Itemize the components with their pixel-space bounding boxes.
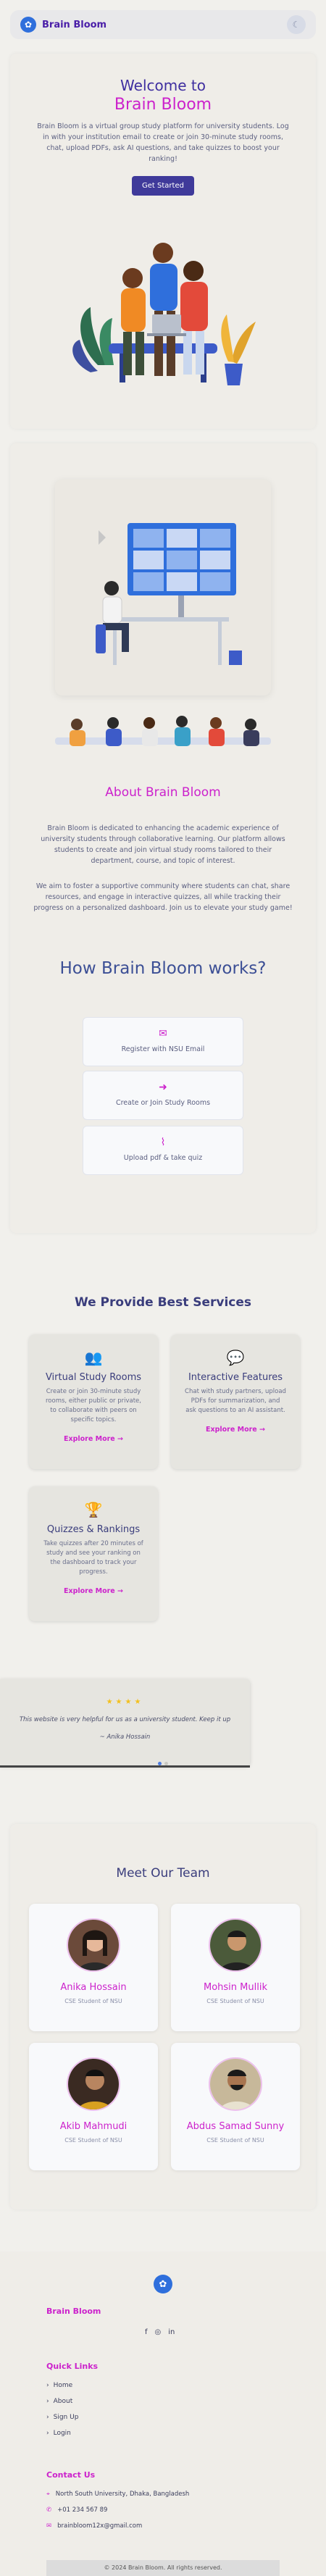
service-card-quizzes: 🏆 Quizzes & Rankings Take quizzes after … [29, 1486, 158, 1621]
about-paragraph-2: We aim to foster a supportive community … [33, 882, 293, 912]
instagram-icon[interactable]: ◎ [155, 2328, 162, 2336]
trophy-icon: 🏆 [84, 1501, 103, 1518]
students-group-illustration [55, 716, 271, 746]
brain-icon[interactable]: ✿ [154, 2275, 172, 2293]
avatar [67, 2057, 120, 2111]
sign-in-icon: ➜ [159, 1082, 167, 1093]
facebook-icon[interactable]: f [145, 2328, 148, 2336]
footer-link-label: Login [53, 2430, 71, 2437]
footer-link-home[interactable]: › Home [46, 2382, 72, 2389]
chevron-right-icon: › [46, 2430, 49, 2437]
member-role: CSE Student of NSU [206, 2137, 264, 2144]
location-icon: ⌖ [46, 2491, 50, 2498]
hero-description: Brain Bloom is a virtual group study pla… [37, 122, 289, 163]
contact-email[interactable]: ✉ brainbloom12x@gmail.com [46, 2522, 142, 2530]
service-card-interactive: 💬 Interactive Features Chat with study p… [171, 1334, 300, 1469]
hero-title-line1: Welcome to [120, 77, 206, 94]
avatar [209, 2057, 262, 2111]
about-title: About Brain Bloom [105, 785, 221, 800]
chevron-right-icon: › [46, 2398, 49, 2405]
how-step-rooms[interactable]: ➜ Create or Join Study Rooms [83, 1071, 243, 1120]
service-title: Interactive Features [188, 1372, 283, 1383]
service-card-study-rooms: 👥 Virtual Study Rooms Create or join 30-… [29, 1334, 158, 1469]
phone-icon: ✆ [46, 2506, 52, 2514]
footer-link-label: About [53, 2398, 73, 2405]
member-role: CSE Student of NSU [64, 2137, 122, 2144]
brain-icon[interactable]: ✿ [20, 17, 36, 33]
avatar [67, 1918, 120, 1972]
social-links: f ◎ in [145, 2328, 175, 2336]
video-call-illustration [96, 523, 242, 665]
explore-more-link[interactable]: Explore More → [171, 1426, 300, 1434]
phone-text: +01 234 567 89 [57, 2506, 108, 2514]
service-title: Virtual Study Rooms [45, 1372, 142, 1383]
about-image-card [55, 480, 271, 695]
how-step-label: Upload pdf & take quiz [123, 1154, 203, 1162]
avatar [209, 1918, 262, 1972]
contact-phone[interactable]: ✆ +01 234 567 89 [46, 2506, 107, 2514]
services-title: We Provide Best Services [74, 1295, 252, 1310]
navbar: ✿ Brain Bloom ☾ [10, 10, 316, 39]
explore-more-link[interactable]: Explore More → [29, 1587, 158, 1595]
contact-address: ⌖ North South University, Dhaka, Banglade… [46, 2491, 189, 2498]
how-step-register[interactable]: ✉ Register with NSU Email [83, 1017, 243, 1066]
footer: ✿ Brain Bloom f ◎ in Quick Links › Home ›… [0, 2251, 326, 2576]
carousel-scrollbar[interactable] [0, 1765, 250, 1768]
chevron-right-icon: › [46, 2414, 49, 2421]
member-name: Mohsin Mullik [204, 1982, 267, 1993]
hero-title-line2: Brain Bloom [114, 96, 212, 114]
chat-icon: 💬 [226, 1349, 245, 1366]
member-role: CSE Student of NSU [64, 1998, 122, 2004]
footer-link-label: Sign Up [53, 2414, 79, 2421]
chevron-right-icon: › [46, 2382, 49, 2389]
contact-title: Contact Us [46, 2470, 96, 2480]
envelope-icon: ✉ [46, 2522, 52, 2530]
service-description: Chat with study partners, upload PDFs fo… [185, 1388, 286, 1414]
address-text: North South University, Dhaka, Banglades… [55, 2491, 190, 2498]
hero-illustration [72, 243, 256, 385]
testimonial-quote: This website is very helpful for us as a… [19, 1716, 231, 1723]
rating-stars: ★★★★ [106, 1698, 144, 1706]
team-member-card: Anika Hossain CSE Student of NSU [29, 1904, 158, 2031]
moon-icon[interactable]: ☾ [287, 15, 306, 34]
users-icon: 👥 [84, 1349, 103, 1366]
footer-link-signup[interactable]: › Sign Up [46, 2414, 78, 2421]
email-text: brainbloom12x@gmail.com [57, 2522, 143, 2530]
quick-links-title: Quick Links [46, 2362, 99, 2371]
testimonial-card: ★★★★ This website is very helpful for us… [0, 1679, 250, 1766]
footer-link-login[interactable]: › Login [46, 2430, 71, 2437]
team-member-card: Akib Mahmudi CSE Student of NSU [29, 2043, 158, 2170]
brand-name[interactable]: Brain Bloom [42, 20, 106, 30]
footer-link-label: Home [53, 2382, 73, 2389]
footer-brand: Brain Bloom [46, 2307, 101, 2316]
footer-link-about[interactable]: › About [46, 2398, 72, 2405]
about-paragraph-1: Brain Bloom is dedicated to enhancing th… [41, 824, 285, 865]
how-step-label: Create or Join Study Rooms [115, 1099, 211, 1107]
service-description: Create or join 30-minute study rooms, ei… [46, 1388, 141, 1423]
copyright: © 2024 Brain Bloom. All rights reserved. [46, 2560, 280, 2576]
get-started-button[interactable]: Get Started [132, 176, 194, 196]
explore-more-link[interactable]: Explore More → [29, 1435, 158, 1443]
member-name: Akib Mahmudi [59, 2121, 128, 2132]
paperclip-icon: ⌇ [160, 1137, 166, 1148]
hero-section: Welcome to Brain Bloom Brain Bloom is a … [10, 54, 316, 429]
envelope-icon: ✉ [159, 1028, 167, 1040]
testimonial-author: ~ Anika Hossain [99, 1734, 151, 1741]
service-title: Quizzes & Rankings [46, 1524, 141, 1535]
about-section: About Brain Bloom Brain Bloom is dedicat… [10, 443, 316, 1233]
linkedin-icon[interactable]: in [168, 2328, 175, 2336]
service-description: Take quizzes after 20 minutes of study a… [43, 1540, 143, 1576]
team-section: Meet Our Team Anika Hossain CSE Student … [10, 1824, 316, 2209]
how-it-works-title: How Brain Bloom works? [59, 959, 267, 978]
how-step-label: Register with NSU Email [121, 1045, 205, 1053]
team-member-card: Mohsin Mullik CSE Student of NSU [171, 1904, 300, 2031]
member-role: CSE Student of NSU [206, 1998, 264, 2004]
member-name: Anika Hossain [60, 1982, 127, 1993]
how-step-upload[interactable]: ⌇ Upload pdf & take quiz [83, 1126, 243, 1175]
team-title: Meet Our Team [116, 1866, 210, 1881]
team-member-card: Abdus Samad Sunny CSE Student of NSU [171, 2043, 300, 2170]
member-name: Abdus Samad Sunny [186, 2121, 285, 2132]
